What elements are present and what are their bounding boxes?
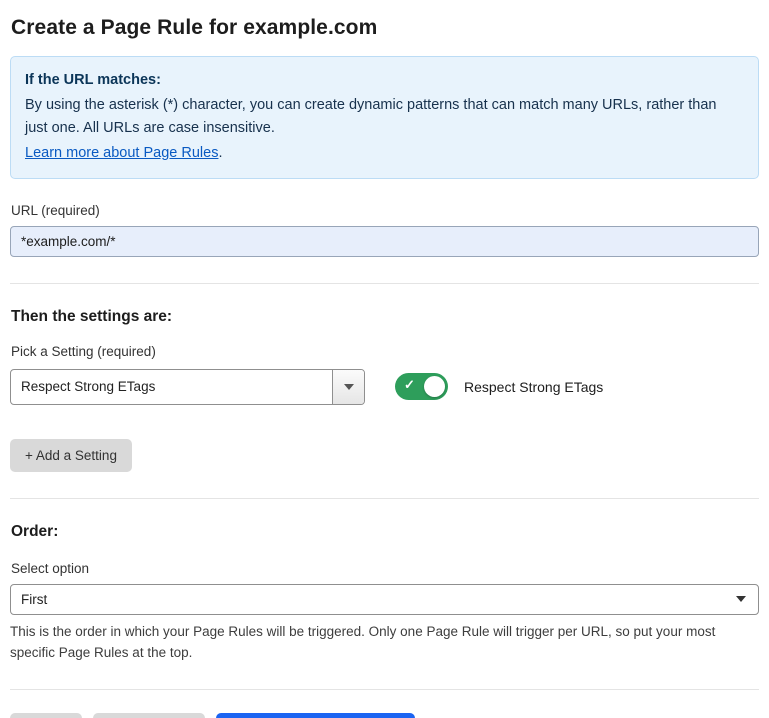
pick-setting-label: Pick a Setting (required) [11,344,759,359]
etag-toggle[interactable]: ✓ [395,373,448,400]
link-suffix: . [218,145,222,161]
info-heading: If the URL matches: [25,69,744,92]
setting-select[interactable]: Respect Strong ETags [10,369,365,405]
order-select[interactable]: First [10,584,759,615]
url-input[interactable] [10,226,759,257]
order-label: Select option [11,561,759,576]
toggle-label: Respect Strong ETags [464,379,603,395]
divider [10,498,759,499]
divider [10,283,759,284]
info-link-line: Learn more about Page Rules. [25,142,744,165]
divider [10,689,759,690]
save-deploy-button[interactable]: Save and Deploy Page Rule [216,713,416,718]
caret-down-icon [736,596,746,602]
settings-heading: Then the settings are: [11,308,759,326]
order-heading: Order: [11,523,759,541]
check-icon: ✓ [404,377,415,393]
url-match-info-box: If the URL matches: By using the asteris… [10,56,759,179]
cancel-button[interactable]: Cancel [10,713,82,718]
order-help: This is the order in which your Page Rul… [10,622,755,664]
setting-select-value: Respect Strong ETags [11,370,332,404]
setting-select-button[interactable] [332,370,364,404]
toggle-knob [424,376,445,397]
setting-row: Respect Strong ETags ✓ Respect Strong ET… [10,369,759,405]
caret-down-icon [344,384,354,390]
footer-actions: Cancel Save as Draft Save and Deploy Pag… [10,713,759,718]
info-body: By using the asterisk (*) character, you… [25,94,730,140]
page-title: Create a Page Rule for example.com [11,16,759,40]
page-rules-link[interactable]: Learn more about Page Rules [25,145,218,161]
order-select-value: First [21,585,736,614]
url-label: URL (required) [11,203,759,218]
add-setting-button[interactable]: + Add a Setting [10,439,132,472]
page-rule-form: Create a Page Rule for example.com If th… [0,0,769,718]
save-draft-button[interactable]: Save as Draft [93,713,205,718]
